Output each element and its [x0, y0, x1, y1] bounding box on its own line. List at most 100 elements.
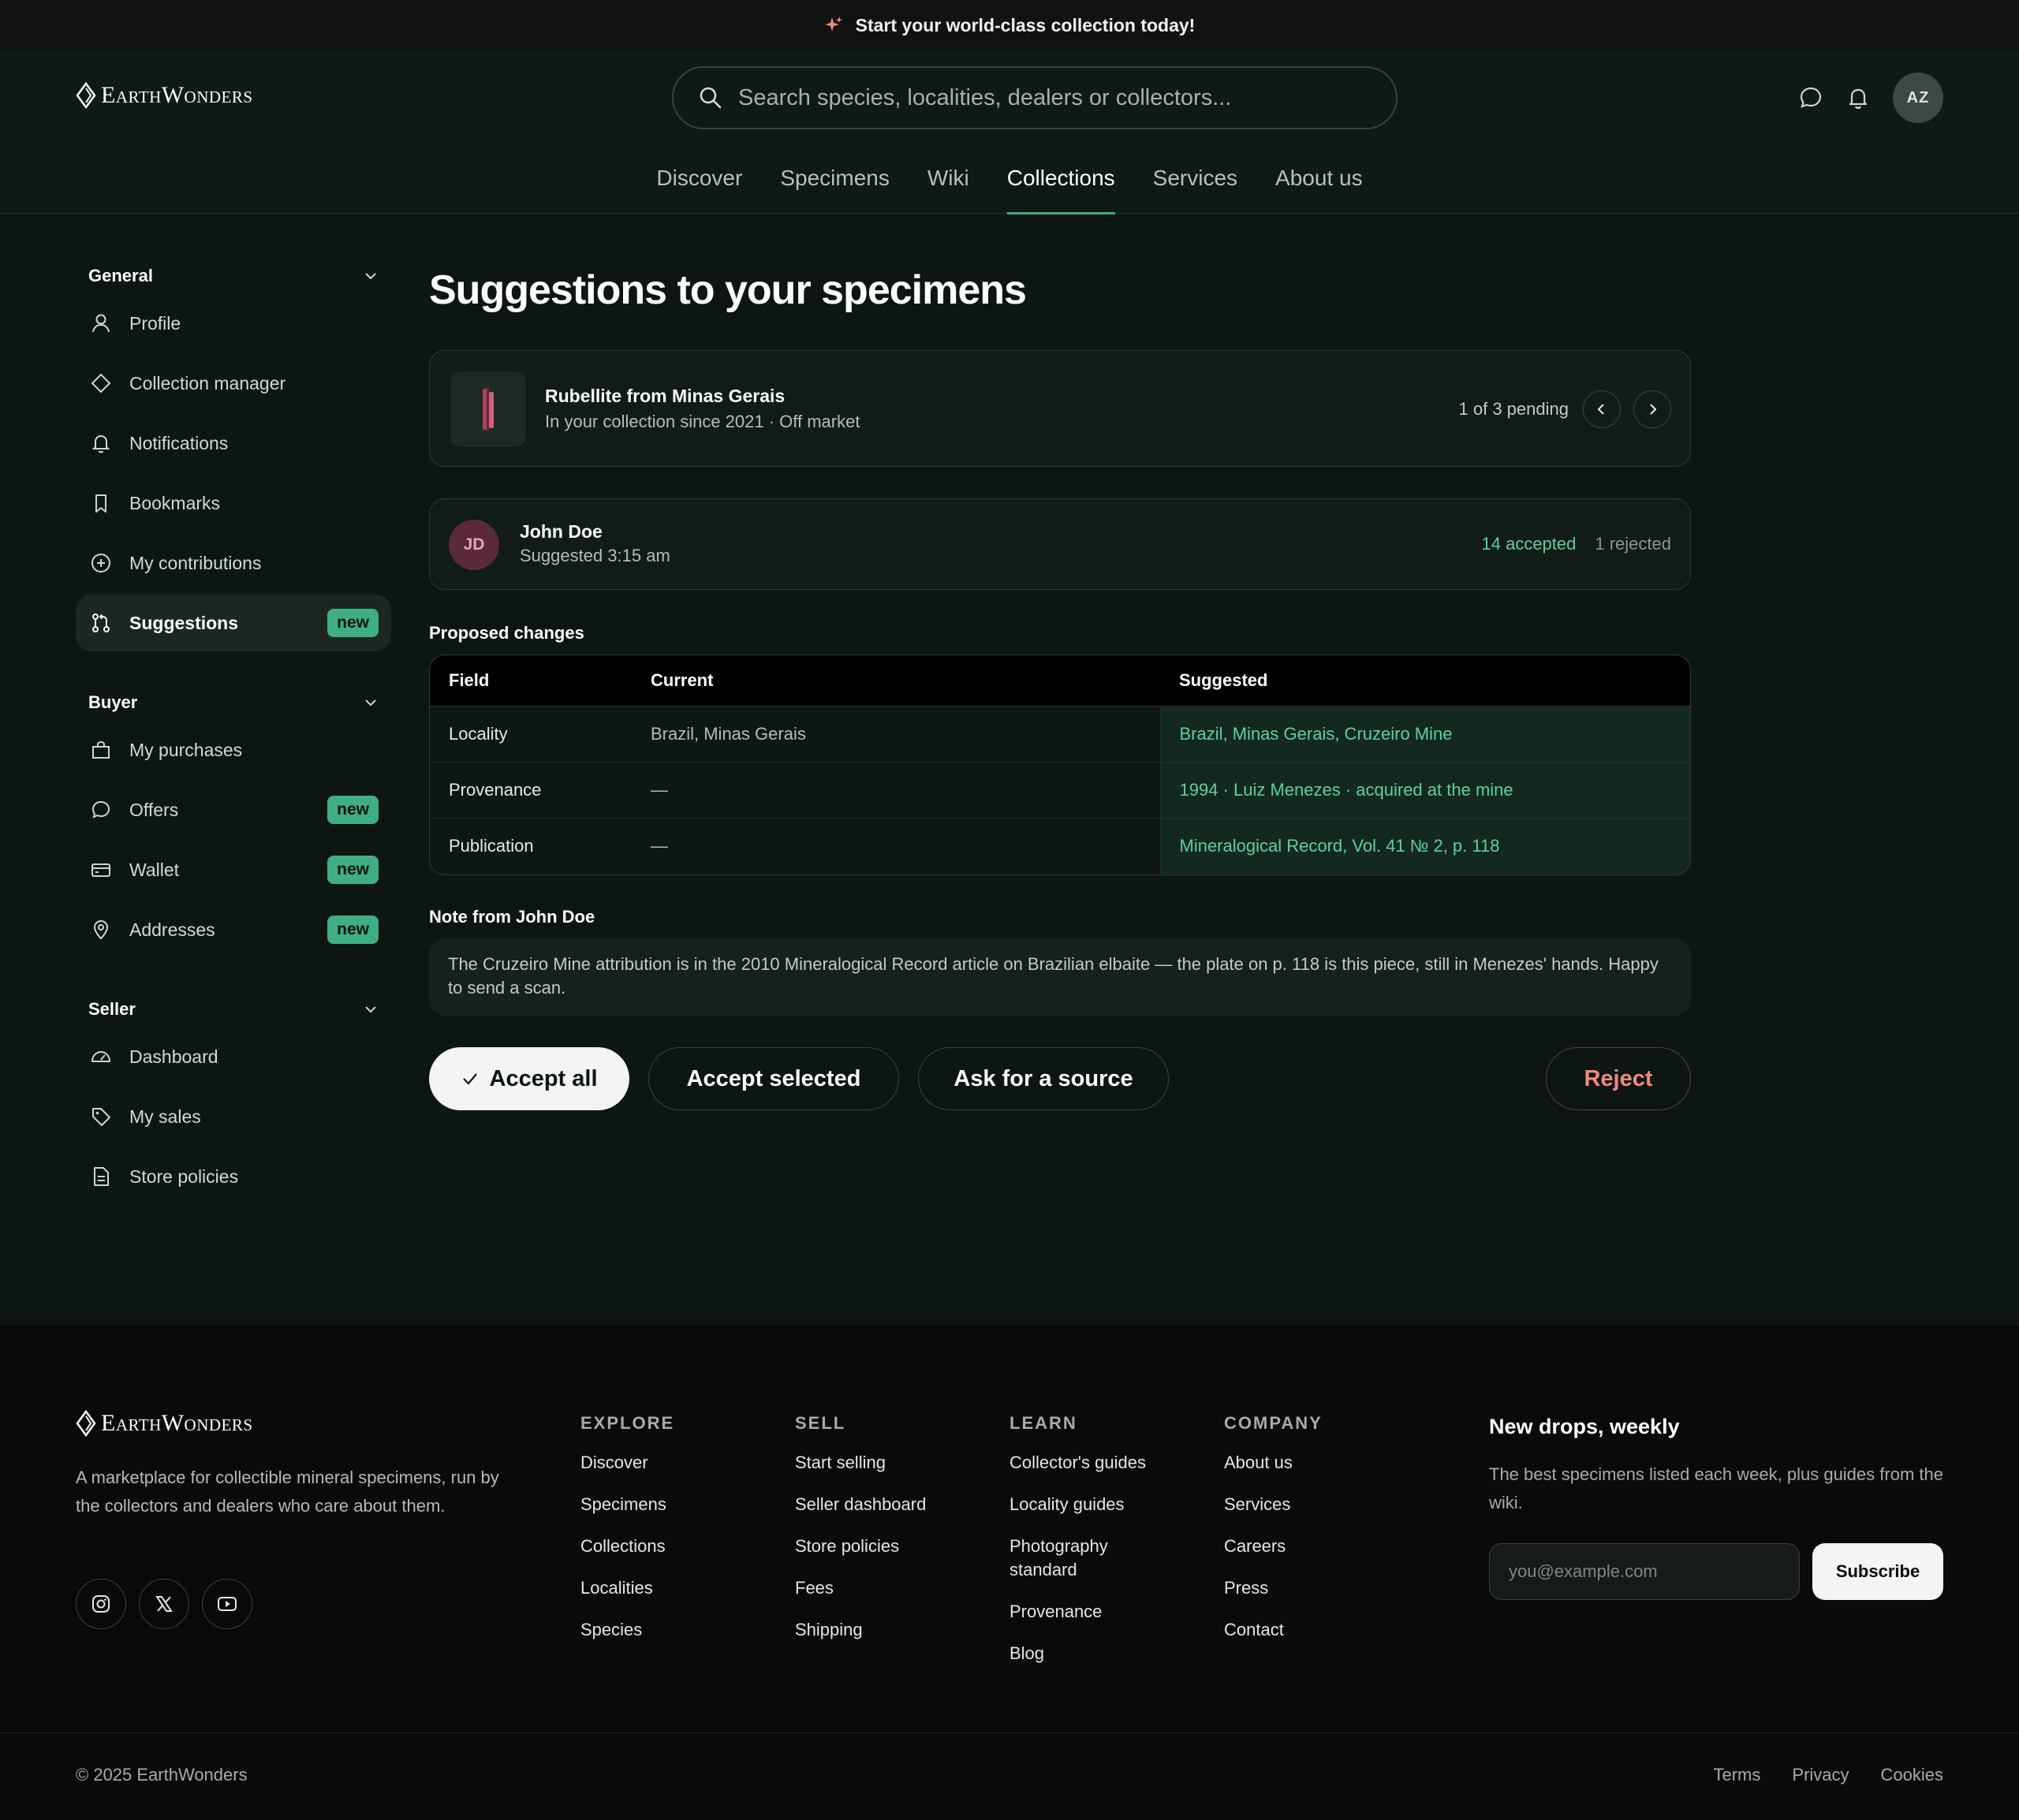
sidebar-item-label: My purchases [129, 739, 243, 760]
sidebar-group-buyer-toggle[interactable]: Buyer [76, 687, 391, 718]
terms-link[interactable]: Terms [1714, 1765, 1761, 1785]
footer-link[interactable]: Store policies [795, 1535, 984, 1558]
footer-link[interactable]: Species [580, 1618, 770, 1642]
sidebar-item-addresses[interactable]: Addresses new [76, 901, 391, 958]
sidebar-item-label: Collection manager [129, 372, 286, 393]
nav-specimens[interactable]: Specimens [761, 155, 909, 214]
sidebar-item-label: Profile [129, 312, 181, 334]
user-icon [88, 311, 114, 336]
nav-about-us[interactable]: About us [1256, 155, 1382, 214]
sidebar-item-profile[interactable]: Profile [76, 295, 391, 352]
chevron-left-icon [1594, 401, 1610, 417]
sidebar-item-label: Addresses [129, 919, 215, 940]
sidebar-item-dashboard[interactable]: Dashboard [76, 1028, 391, 1085]
ask-for-source-button[interactable]: Ask for a source [918, 1047, 1169, 1110]
nav-wiki[interactable]: Wiki [909, 155, 988, 214]
sidebar-item-label: My sales [129, 1106, 201, 1127]
suggested-cell[interactable]: 1994 · Luiz Menezes · acquired at the mi… [1159, 761, 1690, 818]
new-badge: new [327, 609, 379, 637]
newsletter-title: New drops, weekly [1489, 1415, 1680, 1438]
table-row[interactable]: Provenance — 1994 · Luiz Menezes · acqui… [430, 761, 1690, 818]
nav-services[interactable]: Services [1134, 155, 1256, 214]
footer-link[interactable]: Discover [580, 1451, 770, 1475]
footer-column-sell: SELL Start selling Seller dashboard Stor… [795, 1413, 984, 1642]
suggested-cell[interactable]: Mineralogical Record, Vol. 41 № 2, p. 11… [1159, 817, 1690, 874]
privacy-link[interactable]: Privacy [1792, 1765, 1849, 1785]
subscribe-button[interactable]: Subscribe [1812, 1543, 1943, 1600]
table-row[interactable]: Locality Brazil, Minas Gerais Brazil, Mi… [430, 705, 1690, 762]
footer-link[interactable]: Seller dashboard [795, 1493, 984, 1516]
search-icon [699, 86, 722, 110]
footer-column-company: COMPANY About us Services Careers Press … [1224, 1413, 1413, 1642]
table-row[interactable]: Publication — Mineralogical Record, Vol.… [430, 817, 1690, 874]
check-icon [461, 1070, 479, 1087]
proposed-changes-label: Proposed changes [429, 623, 584, 643]
footer-link[interactable]: Press [1224, 1576, 1413, 1600]
sidebar-group-seller-toggle[interactable]: Seller [76, 994, 391, 1025]
footer-link[interactable]: Specimens [580, 1493, 770, 1516]
sidebar-item-bookmarks[interactable]: Bookmarks [76, 475, 391, 531]
footer-column-title: COMPANY [1224, 1413, 1323, 1433]
logo[interactable]: EarthWonders [76, 82, 253, 109]
specimen-thumbnail[interactable] [450, 371, 526, 447]
previous-button[interactable] [1583, 390, 1621, 428]
footer-link[interactable]: Careers [1224, 1535, 1413, 1558]
sidebar-group-general-toggle[interactable]: General [76, 260, 391, 292]
next-button[interactable] [1633, 390, 1671, 428]
instagram-icon[interactable] [76, 1579, 126, 1629]
sidebar-item-my-contributions[interactable]: My contributions [76, 535, 391, 591]
logo-wordmark: EarthWonders [101, 82, 253, 108]
nav-collections[interactable]: Collections [988, 155, 1134, 214]
sidebar-group-label: Buyer [88, 692, 138, 712]
suggester-avatar[interactable]: JD [449, 520, 499, 570]
sidebar-item-label: Suggestions [129, 612, 239, 633]
footer-link[interactable]: Start selling [795, 1451, 984, 1475]
x-icon[interactable] [139, 1579, 189, 1629]
sidebar-item-my-purchases[interactable]: My purchases [76, 722, 391, 778]
sidebar-item-notifications[interactable]: Notifications [76, 415, 391, 472]
reject-button[interactable]: Reject [1546, 1047, 1691, 1110]
footer-link[interactable]: Collector's guides [1010, 1451, 1167, 1475]
footer-logo[interactable]: EarthWonders [76, 1410, 253, 1437]
footer-link[interactable]: About us [1224, 1451, 1413, 1475]
accept-all-button[interactable]: Accept all [429, 1047, 629, 1110]
logo-mark-icon [76, 1410, 96, 1437]
bell-icon[interactable] [1842, 82, 1874, 114]
footer-link[interactable]: Services [1224, 1493, 1413, 1516]
search-input[interactable] [738, 84, 1369, 111]
column-header: Suggested [1160, 655, 1690, 706]
new-badge: new [327, 916, 379, 944]
footer-link[interactable]: Shipping [795, 1618, 984, 1642]
git-pull-request-icon [88, 610, 114, 636]
table-header-row: Field Current Suggested [430, 655, 1690, 706]
footer-link[interactable]: Locality guides [1010, 1493, 1167, 1516]
search-bar[interactable] [672, 66, 1398, 129]
footer-link[interactable]: Provenance [1010, 1600, 1167, 1624]
footer-link[interactable]: Collections [580, 1535, 770, 1558]
suggested-cell[interactable]: Brazil, Minas Gerais, Cruzeiro Mine [1159, 705, 1690, 762]
specimen-name[interactable]: Rubellite from Minas Gerais [545, 386, 860, 407]
chevron-down-icon [363, 1001, 379, 1017]
youtube-icon[interactable] [202, 1579, 252, 1629]
current-cell: — [632, 817, 1160, 874]
footer-link[interactable]: Blog [1010, 1642, 1167, 1665]
sidebar-item-offers[interactable]: Offers new [76, 781, 391, 838]
footer-link[interactable]: Contact [1224, 1618, 1413, 1642]
sidebar-item-label: Wallet [129, 859, 180, 880]
sidebar-item-store-policies[interactable]: Store policies [76, 1148, 391, 1205]
sidebar-item-collection-manager[interactable]: Collection manager [76, 355, 391, 412]
main-nav: Discover Specimens Wiki Collections Serv… [0, 155, 2019, 214]
newsletter-email-input[interactable] [1489, 1543, 1800, 1600]
sidebar-item-suggestions[interactable]: Suggestions new [76, 595, 391, 651]
sidebar-item-wallet[interactable]: Wallet new [76, 841, 391, 898]
user-avatar[interactable]: AZ [1893, 73, 1943, 123]
nav-discover[interactable]: Discover [637, 155, 761, 214]
footer-link[interactable]: Localities [580, 1576, 770, 1600]
cookies-link[interactable]: Cookies [1881, 1765, 1943, 1785]
suggester-name[interactable]: John Doe [520, 521, 670, 543]
footer-link[interactable]: Photography standard [1010, 1535, 1144, 1582]
messages-icon[interactable] [1795, 82, 1827, 114]
footer-link[interactable]: Fees [795, 1576, 984, 1600]
sidebar-item-my-sales[interactable]: My sales [76, 1088, 391, 1145]
accept-selected-button[interactable]: Accept selected [648, 1047, 899, 1110]
